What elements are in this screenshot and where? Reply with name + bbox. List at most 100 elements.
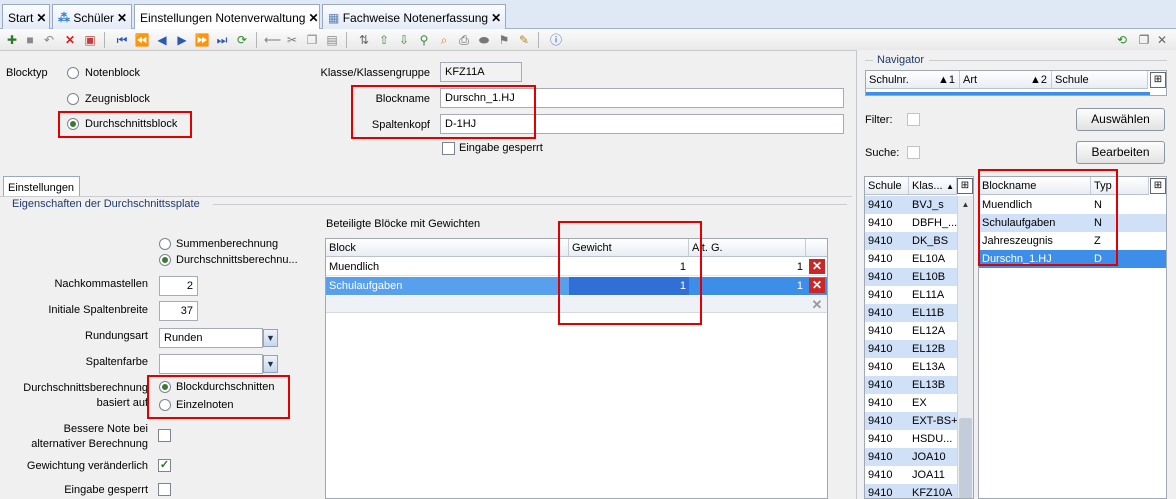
column-chooser-icon[interactable]: ⊞ xyxy=(1150,178,1166,194)
back-arrow-icon[interactable]: ⟵ xyxy=(264,32,281,48)
column-chooser-icon[interactable]: ⊞ xyxy=(957,178,973,194)
save-icon[interactable]: ■ xyxy=(22,32,38,48)
last-record-icon[interactable]: ⏭ xyxy=(214,32,230,48)
close-window-icon[interactable]: ✕ xyxy=(1154,32,1170,48)
help-icon[interactable]: ⓘ xyxy=(548,32,564,48)
tab-einstellungen[interactable]: Einstellungen xyxy=(3,176,80,197)
list-item[interactable]: 9410 EL11B xyxy=(865,304,957,322)
table-row[interactable]: Muendlich 1 1 ✕ xyxy=(326,258,827,276)
list-item[interactable]: 9410 JOA10 xyxy=(865,448,957,466)
scrollbar[interactable]: ▲ xyxy=(957,196,973,498)
column-header-art[interactable]: Art ▲2 xyxy=(960,71,1052,89)
tab-fachweise-notenerfassung[interactable]: ▦ Fachweise Notenerfassung ✕ xyxy=(322,4,506,29)
blockname-field[interactable]: Durschn_1.HJ xyxy=(440,88,844,108)
scrollbar-thumb[interactable] xyxy=(959,418,972,498)
import-icon[interactable]: ⇧ xyxy=(376,32,392,48)
refresh-icon[interactable]: ⟳ xyxy=(234,32,250,48)
column-header-schulnr[interactable]: Schulnr. ▲1 xyxy=(866,71,960,89)
chevron-down-icon[interactable]: ▼ xyxy=(263,329,278,347)
bessere-note-checkbox[interactable] xyxy=(158,429,171,442)
column-header-klasse[interactable]: Klas... ▲ xyxy=(909,177,957,195)
next-record-icon[interactable]: ▶ xyxy=(174,32,190,48)
cell-alt[interactable]: 1 xyxy=(689,277,806,295)
list-item[interactable]: Jahreszeugnis Z xyxy=(979,232,1166,250)
auswaehlen-button[interactable]: Auswählen xyxy=(1076,108,1165,131)
bearbeiten-button[interactable]: Bearbeiten xyxy=(1076,141,1165,164)
radio-summenberechnung[interactable] xyxy=(159,238,171,250)
list-item[interactable]: 9410 JOA11 xyxy=(865,466,957,484)
copy-icon[interactable]: ❐ xyxy=(304,32,320,48)
eingabe-gesperrt-checkbox[interactable] xyxy=(442,142,455,155)
cell-gewicht[interactable]: 1 xyxy=(569,277,689,295)
list-item[interactable]: 9410 BVJ_s xyxy=(865,196,957,214)
column-header-block[interactable]: Block xyxy=(326,239,569,257)
column-header-schule[interactable]: Schule xyxy=(865,177,909,195)
spaltenfarbe-select[interactable] xyxy=(159,354,263,374)
delete-row-icon[interactable]: ✕ xyxy=(809,297,825,312)
list-item[interactable]: Muendlich N xyxy=(979,196,1166,214)
tab-einstellungen-notenverwaltung[interactable]: Einstellungen Notenverwaltung ✕ xyxy=(134,4,320,30)
column-chooser-icon[interactable]: ⊞ xyxy=(1150,72,1166,88)
eingabe-gesperrt-checkbox-2[interactable] xyxy=(158,483,171,496)
radio-blockdurchschnitten[interactable] xyxy=(159,381,171,393)
radio-durchschnittsblock[interactable] xyxy=(67,118,79,130)
list-item[interactable]: 9410 EX xyxy=(865,394,957,412)
gewichtung-checkbox[interactable]: ✓ xyxy=(158,459,171,472)
list-item[interactable]: 9410 HSDU... xyxy=(865,430,957,448)
search-icon[interactable]: ⌕ xyxy=(436,32,452,48)
delete-row-icon[interactable]: ✕ xyxy=(809,259,825,274)
delete-row-icon[interactable]: ✕ xyxy=(809,278,825,293)
column-header-typ[interactable]: Typ xyxy=(1091,177,1149,195)
list-item[interactable]: 9410 EL11A xyxy=(865,286,957,304)
spaltenbreite-field[interactable]: 37 xyxy=(159,301,198,321)
column-header-schule[interactable]: Schule xyxy=(1052,71,1148,89)
oval-icon[interactable]: ⬬ xyxy=(476,32,492,48)
rundungsart-select[interactable]: Runden xyxy=(159,328,263,348)
new-icon[interactable]: ✚ xyxy=(4,32,20,48)
pin-icon[interactable]: ⚑ xyxy=(496,32,512,48)
spaltenkopf-field[interactable]: D-1HJ xyxy=(440,114,844,134)
column-header-blockname[interactable]: Blockname xyxy=(979,177,1091,195)
list-item[interactable]: Durschn_1.HJ D xyxy=(979,250,1166,268)
restore-window-icon[interactable]: ❐ xyxy=(1136,32,1152,48)
next-page-icon[interactable]: ⏩ xyxy=(194,32,210,48)
radio-durchschnittsberechnung[interactable] xyxy=(159,254,171,266)
radio-notenblock[interactable] xyxy=(67,67,79,79)
prev-page-icon[interactable]: ⏪ xyxy=(134,32,150,48)
delete-icon[interactable]: ✕ xyxy=(62,32,78,48)
list-item[interactable]: Schulaufgaben N xyxy=(979,214,1166,232)
brush-icon[interactable]: ✎ xyxy=(516,32,532,48)
prev-record-icon[interactable]: ◀ xyxy=(154,32,170,48)
nachkommastellen-field[interactable]: 2 xyxy=(159,276,198,296)
close-icon[interactable]: ✕ xyxy=(36,11,46,25)
list-item[interactable]: 9410 EL12A xyxy=(865,322,957,340)
list-item[interactable]: 9410 EL12B xyxy=(865,340,957,358)
undo-icon[interactable]: ↶ xyxy=(41,32,57,48)
export-icon[interactable]: ⇩ xyxy=(396,32,412,48)
list-item[interactable]: 9410 EL10B xyxy=(865,268,957,286)
print-icon[interactable]: ⎙ xyxy=(456,32,472,48)
cell-alt[interactable]: 1 xyxy=(689,258,806,276)
table-row[interactable]: Schulaufgaben 1 1 ✕ xyxy=(326,277,827,295)
suche-checkbox[interactable] xyxy=(907,146,920,159)
list-item[interactable]: 9410 EL13B xyxy=(865,376,957,394)
filter-checkbox[interactable] xyxy=(907,113,920,126)
column-header-gewicht[interactable]: Gewicht xyxy=(569,239,689,257)
list-item[interactable]: 9410 EXT-BS+ xyxy=(865,412,957,430)
sort-icon[interactable]: ⇅ xyxy=(356,32,372,48)
filter-icon[interactable]: ⚲ xyxy=(416,32,432,48)
list-item[interactable]: 9410 EL10A xyxy=(865,250,957,268)
list-item[interactable]: 9410 DK_BS xyxy=(865,232,957,250)
paste-icon[interactable]: ▤ xyxy=(324,32,340,48)
table-row-new[interactable]: ✕ xyxy=(326,296,827,313)
close-icon[interactable]: ✕ xyxy=(491,11,501,25)
close-icon[interactable]: ✕ xyxy=(308,11,318,25)
cut-icon[interactable]: ✂ xyxy=(284,32,300,48)
cancel-edit-icon[interactable]: ▣ xyxy=(82,32,98,48)
chevron-down-icon[interactable]: ▼ xyxy=(263,355,278,373)
first-record-icon[interactable]: ⏮ xyxy=(114,32,130,48)
tab-schueler[interactable]: ⁂ Schüler ✕ xyxy=(52,4,132,29)
tab-start[interactable]: Start ✕ xyxy=(2,4,50,29)
list-item[interactable]: 9410 EL13A xyxy=(865,358,957,376)
radio-zeugnisblock[interactable] xyxy=(67,93,79,105)
